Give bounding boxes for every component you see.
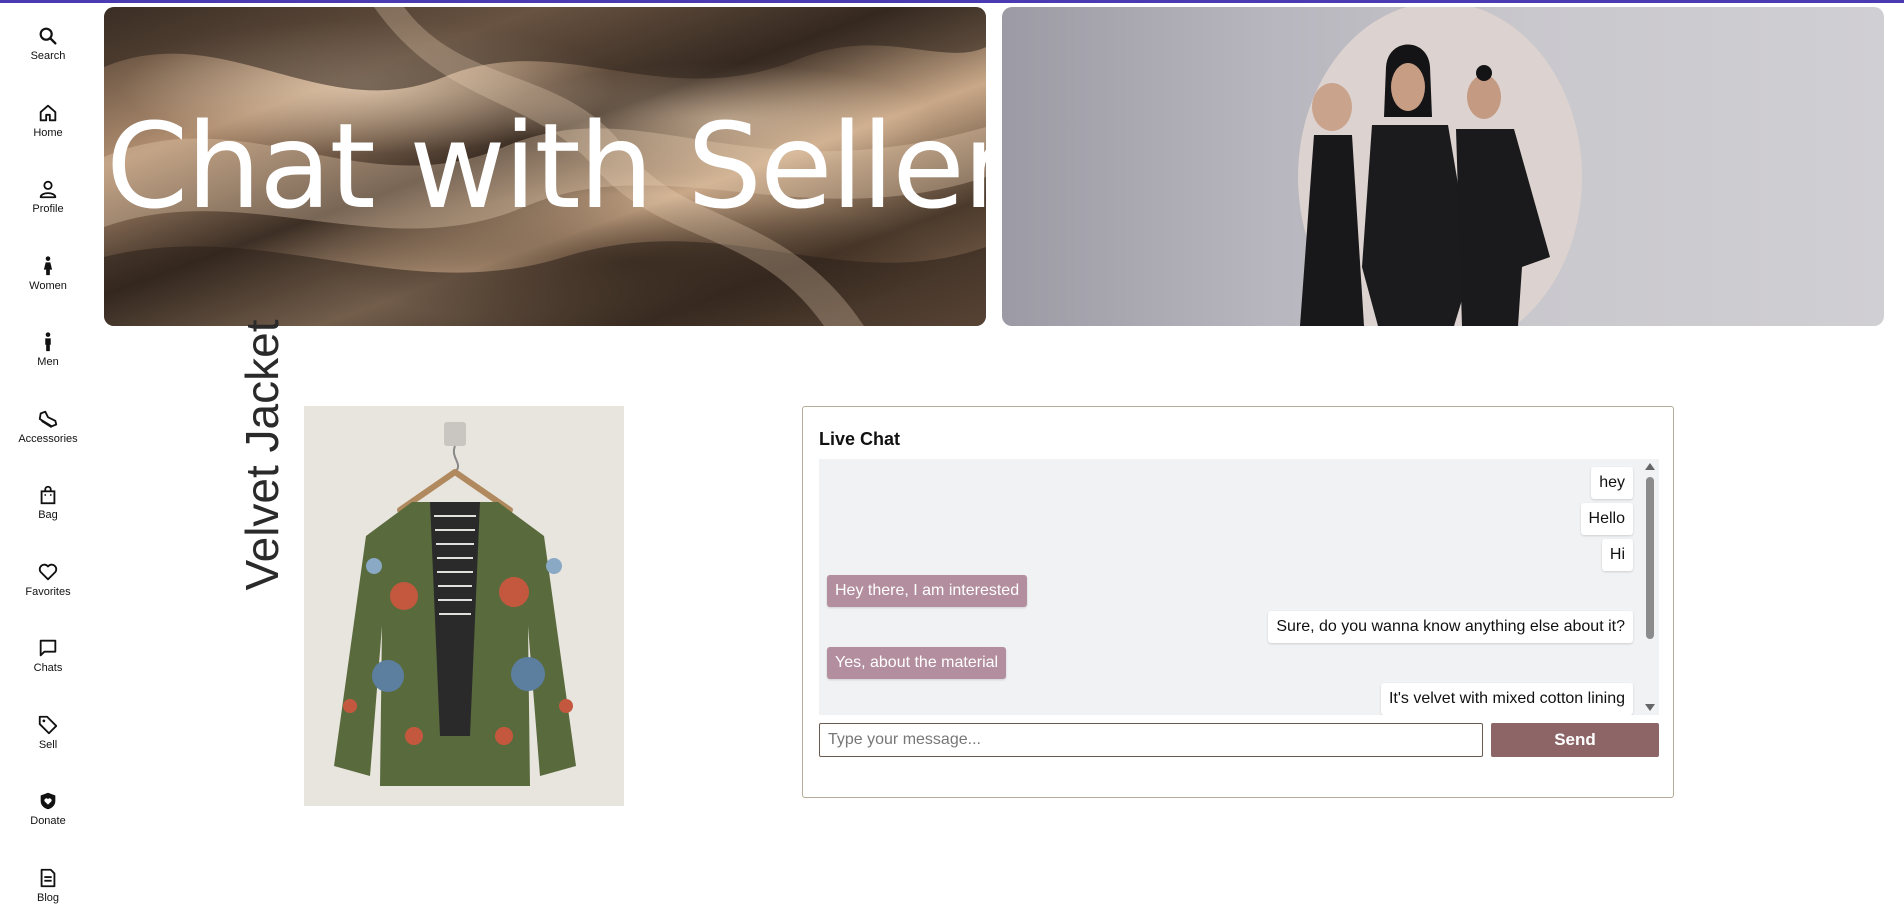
message-seller: Hello [1580,503,1633,535]
heart-icon [38,563,58,581]
sidebar-nav: Search Home Profile Women Men Accessorie… [0,3,96,910]
sidebar-item-label: Sell [38,739,58,751]
send-button[interactable]: Send [1491,723,1659,757]
tag-icon [38,715,58,735]
sidebar-item-label: Blog [36,892,60,904]
shoe-icon [38,410,58,429]
chat-title: Live Chat [819,429,901,449]
blog-icon [40,868,56,888]
message-buyer: Yes, about the material [827,647,1007,679]
chat-scrollbar[interactable] [1641,459,1659,715]
women-icon [43,256,53,276]
sidebar-item-label: Search [30,50,66,62]
sidebar-item-profile[interactable]: Profile [0,164,96,228]
message-seller: It's velvet with mixed cotton lining [1380,683,1633,715]
sidebar-item-blog[interactable]: Blog [0,853,96,917]
scroll-up-arrow-icon[interactable] [1645,463,1655,470]
sidebar-item-chats[interactable]: Chats [0,623,96,687]
home-icon [39,104,57,122]
sidebar-item-accessories[interactable]: Accessories [0,394,96,458]
message-input[interactable] [819,723,1483,757]
models-photo-graphic [1298,7,1582,326]
sidebar-item-label: Bag [38,509,58,521]
bag-icon [40,485,56,505]
chat-icon [39,639,57,657]
search-icon [39,27,57,45]
sidebar-item-search[interactable]: Search [0,11,96,75]
sidebar-item-label: Men [37,356,59,368]
sidebar-item-bag[interactable]: Bag [0,470,96,534]
sidebar-item-sell[interactable]: Sell [0,700,96,764]
sidebar-item-label: Chats [33,662,63,674]
men-icon [45,332,51,352]
banner-models-image [1002,7,1884,326]
sidebar-item-donate[interactable]: Donate [0,776,96,840]
jacket-photo-graphic [304,406,624,806]
sidebar-item-label: Profile [32,203,64,215]
scrollbar-thumb[interactable] [1646,477,1654,639]
live-chat-panel: Live Chat hey Hello Hi Hey there, I am i… [802,406,1674,798]
top-accent-line [0,0,1904,3]
scroll-down-arrow-icon[interactable] [1645,704,1655,711]
sidebar-item-label: Accessories [18,433,78,445]
message-buyer: Hey there, I am interested [827,575,1028,607]
sidebar-item-women[interactable]: Women [0,241,96,305]
message-seller: Hi [1601,539,1633,571]
sidebar-item-men[interactable]: Men [0,317,96,381]
shield-icon [40,792,56,810]
sidebar-item-label: Favorites [25,586,71,598]
banner-silk-image: Chat with Seller [104,7,986,326]
chat-messages-area[interactable]: hey Hello Hi Hey there, I am interested … [819,459,1659,715]
product-title: Velvet Jacket [236,319,288,591]
sidebar-item-label: Home [33,127,63,139]
sidebar-item-label: Women [29,280,67,292]
sidebar-item-home[interactable]: Home [0,88,96,152]
product-image [304,406,624,806]
profile-icon [39,180,57,199]
message-list: hey Hello Hi Hey there, I am interested … [819,459,1641,715]
message-seller: hey [1591,467,1633,499]
banner-title: Chat with Seller [106,97,986,235]
sidebar-item-label: Donate [30,815,66,827]
sidebar-item-favorites[interactable]: Favorites [0,547,96,611]
message-seller: Sure, do you wanna know anything else ab… [1268,611,1633,643]
